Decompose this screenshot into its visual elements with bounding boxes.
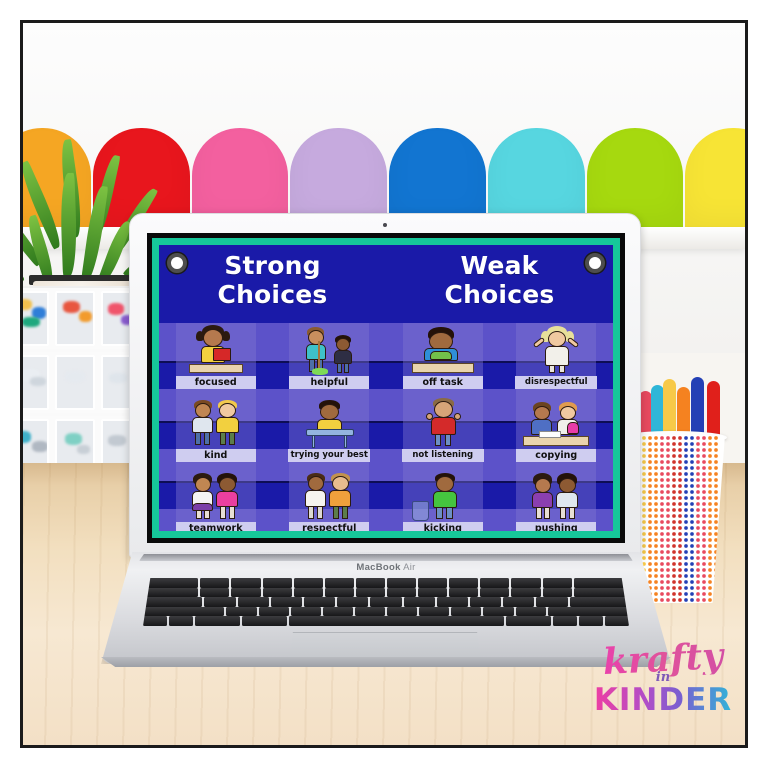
- card-cell[interactable]: kind: [159, 396, 273, 469]
- macbook-air-laptop: Strong Choices Weak Choices focused help…: [101, 213, 671, 713]
- card-cell[interactable]: off task: [386, 323, 500, 396]
- boy-kicking-trash-can-icon: [410, 469, 476, 521]
- two-kids-at-desk-copying-icon: [523, 396, 590, 448]
- card-label: focused: [175, 376, 256, 389]
- storage-bin: [23, 354, 50, 410]
- card-disrespectful[interactable]: disrespectful: [515, 323, 598, 396]
- card-cell[interactable]: copying: [500, 396, 614, 469]
- slide-headings: Strong Choices Weak Choices: [159, 245, 613, 323]
- heading-strong-line2: Choices: [217, 280, 328, 309]
- card-label: not listening: [401, 449, 484, 462]
- girl-arms-raised-icon: [523, 323, 589, 375]
- card-grid: focused helpful off task disrespectful k…: [159, 323, 613, 531]
- slide-teal-border: Strong Choices Weak Choices focused help…: [152, 238, 620, 538]
- model-light: Air: [400, 562, 416, 573]
- card-label: teamwork: [175, 522, 256, 531]
- storage-bin: [55, 291, 95, 346]
- storage-bin: [23, 291, 50, 346]
- boy-covering-ears-icon: [410, 396, 476, 448]
- card-copying[interactable]: copying: [516, 396, 597, 469]
- card-pushing[interactable]: pushing: [516, 469, 597, 531]
- card-kicking[interactable]: kicking: [402, 469, 483, 531]
- two-girls-arm-in-arm-icon: [183, 469, 249, 521]
- card-label: trying your best: [288, 449, 371, 462]
- card-label: helpful: [289, 376, 370, 389]
- laptop-model-label: MacBook Air: [101, 562, 671, 573]
- laptop-keyboard[interactable]: [143, 578, 629, 626]
- card-label: kicking: [402, 522, 483, 531]
- slide-body: focused helpful off task disrespectful k…: [159, 323, 613, 531]
- laptop-front-lip: [101, 657, 671, 667]
- card-respectful[interactable]: respectful: [289, 469, 370, 531]
- card-cell[interactable]: kicking: [386, 469, 500, 531]
- card-label: off task: [402, 376, 483, 389]
- model-bold: MacBook: [356, 562, 401, 573]
- card-off-task[interactable]: off task: [402, 323, 483, 396]
- heading-strong-choices: Strong Choices: [159, 251, 386, 323]
- webcam-icon: [383, 223, 387, 227]
- card-label: pushing: [516, 522, 597, 531]
- two-kids-hugging-icon: [183, 396, 249, 448]
- two-kids-sweeping-icon: [296, 323, 362, 375]
- card-cell[interactable]: trying your best: [273, 396, 387, 469]
- girl-pushing-girl-icon: [523, 469, 589, 521]
- card-cell[interactable]: pushing: [500, 469, 614, 531]
- card-label: disrespectful: [515, 376, 598, 389]
- grommet-icon-left: [167, 253, 187, 273]
- sorting-activity-slide: Strong Choices Weak Choices focused help…: [159, 245, 613, 531]
- storage-bin: [55, 354, 95, 410]
- card-cell[interactable]: not listening: [386, 396, 500, 469]
- laptop-screen: Strong Choices Weak Choices focused help…: [147, 233, 625, 543]
- card-cell[interactable]: teamwork: [159, 469, 273, 531]
- card-not-listening[interactable]: not listening: [401, 396, 484, 469]
- laptop-base: MacBook Air: [101, 552, 671, 664]
- grommet-icon-right: [585, 253, 605, 273]
- heading-weak-line2: Choices: [444, 280, 555, 309]
- heading-weak-choices: Weak Choices: [386, 251, 613, 323]
- card-teamwork[interactable]: teamwork: [175, 469, 256, 531]
- watermark-line-kinder: KINDER: [593, 682, 733, 718]
- two-boys-side-by-side-icon: [296, 469, 362, 521]
- card-label: kind: [175, 449, 256, 462]
- heading-weak-line1: Weak: [460, 251, 539, 280]
- boy-working-at-desk-icon: [296, 396, 362, 448]
- watermark-logo: krafty in KINDER: [593, 635, 733, 727]
- heading-strong-line1: Strong: [224, 251, 321, 280]
- card-trying-your-best[interactable]: trying your best: [288, 396, 371, 469]
- card-kind[interactable]: kind: [175, 396, 256, 469]
- card-cell[interactable]: helpful: [273, 323, 387, 396]
- card-cell[interactable]: focused: [159, 323, 273, 396]
- card-helpful[interactable]: helpful: [289, 323, 370, 396]
- card-label: copying: [516, 449, 597, 462]
- laptop-hinge: [139, 554, 633, 561]
- card-label: respectful: [289, 522, 370, 531]
- watermark-line-krafty: krafty: [592, 635, 734, 683]
- photo-content: Strong Choices Weak Choices focused help…: [23, 23, 745, 745]
- scallop-yellow: [685, 128, 745, 236]
- laptop-lid: Strong Choices Weak Choices focused help…: [129, 213, 641, 558]
- card-focused[interactable]: focused: [175, 323, 256, 396]
- girl-reading-at-desk-icon: [183, 323, 249, 375]
- card-cell[interactable]: respectful: [273, 469, 387, 531]
- card-cell[interactable]: disrespectful: [500, 323, 614, 396]
- screenshot-scene: Strong Choices Weak Choices focused help…: [0, 0, 768, 768]
- boy-head-down-on-desk-icon: [410, 323, 476, 375]
